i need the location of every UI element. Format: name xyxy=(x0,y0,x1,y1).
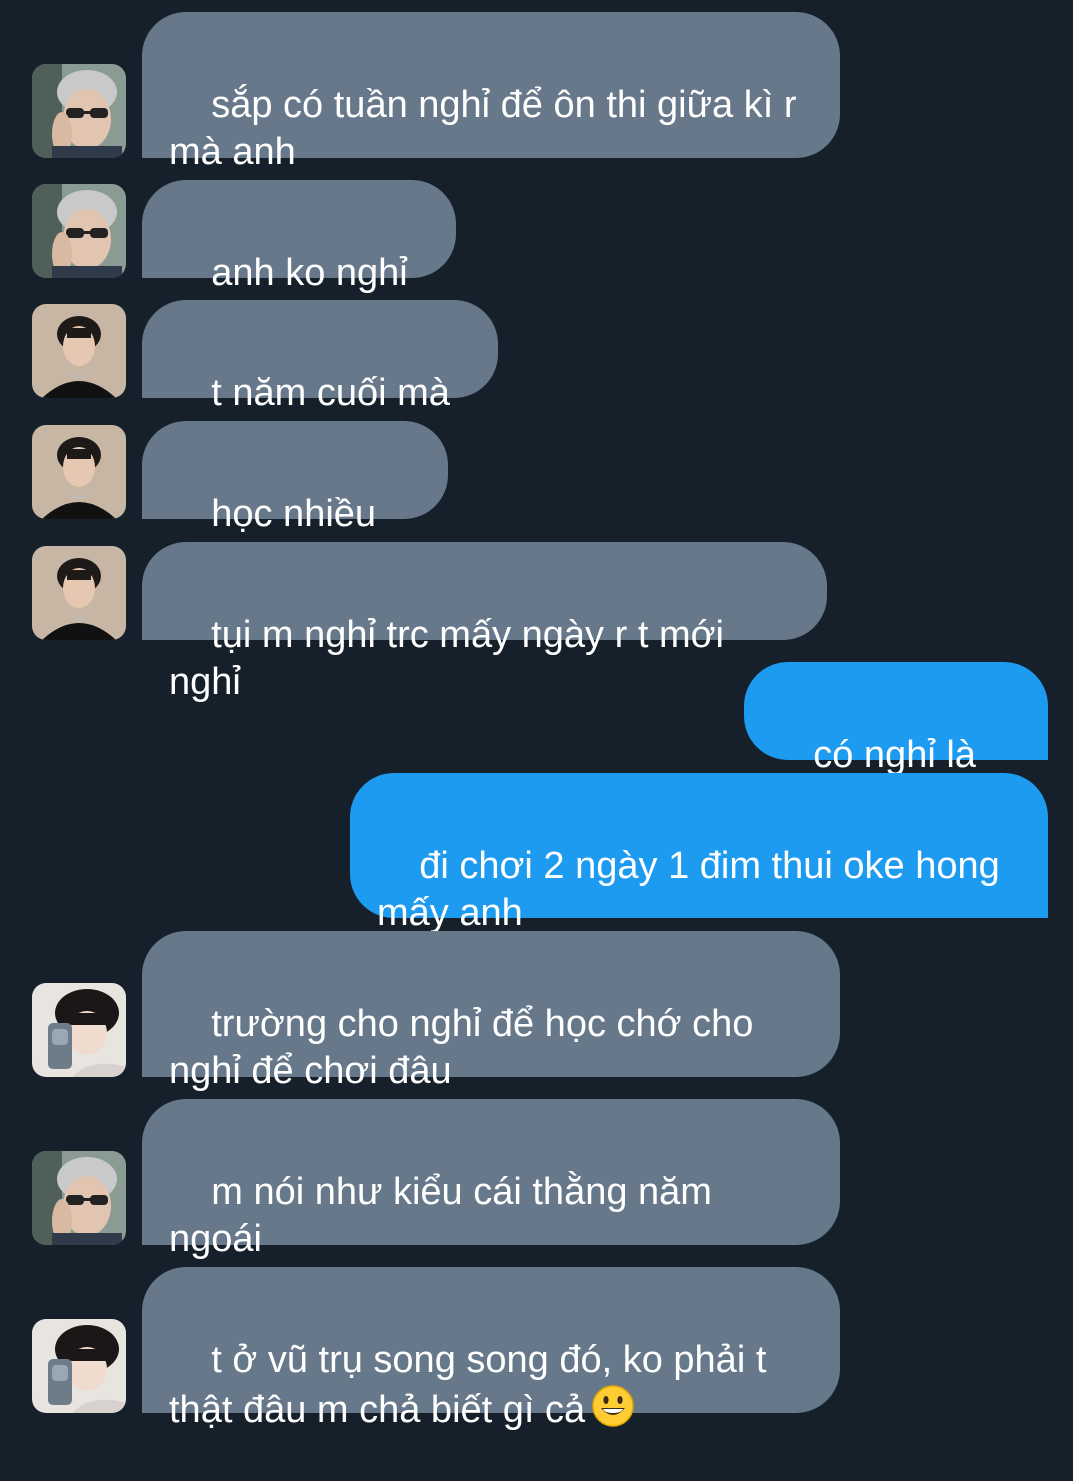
message-bubble-outgoing[interactable]: đi chơi 2 ngày 1 đim thui oke hong mấy a… xyxy=(350,773,1048,934)
message-bubble-incoming[interactable]: sắp có tuần nghỉ để ôn thi giữa kì r mà … xyxy=(142,12,840,173)
avatar-user-a[interactable] xyxy=(32,1151,126,1245)
message-bubble-incoming[interactable]: học nhiều hơn xyxy=(142,421,448,582)
message-bubble-incoming[interactable]: tụi m nghỉ trc mấy ngày r t mới nghỉ xyxy=(142,542,827,703)
grinning-face-emoji-icon xyxy=(591,1384,635,1428)
avatar-user-c[interactable] xyxy=(32,1319,126,1413)
avatar-user-a[interactable] xyxy=(32,184,126,278)
message-text: tụi m nghỉ trc mấy ngày r t mới nghỉ xyxy=(169,614,735,703)
message-bubble-outgoing[interactable]: có nghỉ là dc r xyxy=(744,662,1048,823)
message-text: t ở vũ trụ song song đó, ko phải t thật … xyxy=(169,1339,767,1431)
message-bubble-incoming[interactable]: m nói như kiểu cái thằng năm ngoái rủ t … xyxy=(142,1099,840,1307)
avatar-user-b[interactable] xyxy=(32,425,126,519)
message-bubble-incoming[interactable]: trường cho nghỉ để học chớ cho nghỉ để c… xyxy=(142,931,840,1092)
message-bubble-incoming[interactable]: t ở vũ trụ song song đó, ko phải t thật … xyxy=(142,1267,840,1431)
avatar-user-c[interactable] xyxy=(32,983,126,1077)
message-text: trường cho nghỉ để học chớ cho nghỉ để c… xyxy=(169,1003,754,1092)
message-bubble-incoming[interactable]: t năm cuối mà m xyxy=(142,300,498,461)
avatar-user-a[interactable] xyxy=(32,64,126,158)
message-text: sắp có tuần nghỉ để ôn thi giữa kì r mà … xyxy=(169,84,797,173)
message-text: đi chơi 2 ngày 1 đim thui oke hong mấy a… xyxy=(377,845,1000,934)
avatar-user-b[interactable] xyxy=(32,304,126,398)
message-bubble-incoming[interactable]: anh ko nghỉ hả xyxy=(142,180,456,341)
avatar-user-b[interactable] xyxy=(32,546,126,640)
